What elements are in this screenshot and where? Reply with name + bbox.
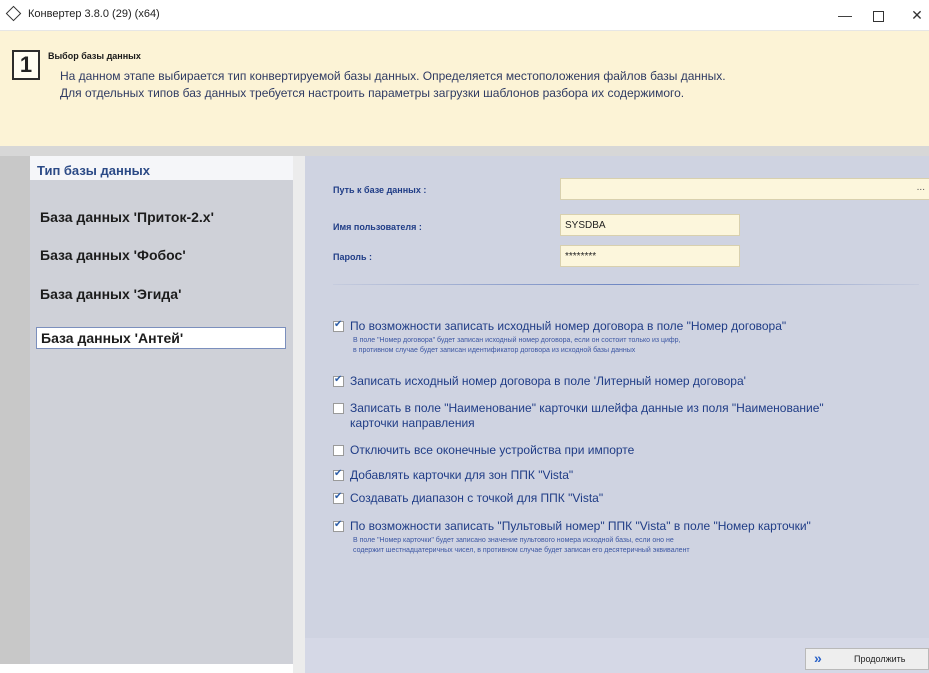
option-vista-zones-label: Добавлять карточки для зон ППК "Vista" — [350, 468, 574, 482]
option-contract-number-checkbox[interactable] — [333, 319, 344, 332]
footer-bar: » Продолжить — [293, 638, 929, 673]
close-button[interactable]: ✕ — [905, 4, 929, 26]
db-path-label: Путь к базе данных : — [333, 185, 427, 195]
continue-button[interactable]: » Продолжить — [805, 648, 929, 670]
step-title: Выбор базы данных — [48, 51, 141, 61]
database-type-sidebar: Тип базы данных База данных 'Приток-2.x'… — [30, 156, 293, 664]
step-header: 1 Выбор базы данных На данном этапе выби… — [0, 31, 929, 146]
option-literal-number-label: Записать исходный номер договора в поле … — [350, 374, 746, 388]
password-input[interactable]: ******** — [560, 245, 740, 267]
option-loop-name-label2: карточки направления — [350, 416, 475, 430]
step-description-line1: На данном этапе выбирается тип конвертир… — [60, 69, 726, 83]
option-contract-number-label: По возможности записать исходный номер д… — [350, 319, 787, 333]
step-number: 1 — [12, 50, 40, 80]
continue-button-label: Продолжить — [854, 654, 906, 664]
sidebar-header: Тип базы данных — [30, 156, 293, 180]
maximize-button[interactable] — [866, 4, 890, 26]
step-description: На данном этапе выбирается тип конвертир… — [60, 68, 920, 102]
sidebar-heading: Тип базы данных — [37, 163, 151, 178]
sidebar-item-egida[interactable]: База данных 'Эгида' — [36, 283, 286, 305]
maximize-icon — [872, 10, 884, 22]
option-literal-number-checkbox[interactable] — [333, 374, 344, 387]
option-loop-name-checkbox[interactable] — [333, 403, 344, 414]
sidebar-item-pritok[interactable]: База данных 'Приток-2.x' — [36, 206, 286, 228]
app-diamond-icon — [5, 5, 22, 22]
divider — [333, 284, 919, 285]
option-vista-console-number-checkbox[interactable] — [333, 519, 344, 532]
left-margin — [0, 156, 30, 664]
option-vista-range-checkbox[interactable] — [333, 491, 344, 504]
option-disable-devices-label: Отключить все оконечные устройства при и… — [350, 443, 635, 457]
db-path-input[interactable]: ... — [560, 178, 929, 200]
sidebar-item-antey[interactable]: База данных 'Антей' — [36, 327, 286, 349]
option-vista-console-number-note2: содержит шестнадцатеричных чисел, в прот… — [353, 547, 690, 554]
option-vista-range-label: Создавать диапазон с точкой для ППК "Vis… — [350, 491, 604, 505]
username-label: Имя пользователя : — [333, 222, 422, 232]
settings-panel: Путь к базе данных : ... Имя пользовател… — [293, 156, 929, 638]
step-description-line2: Для отдельных типов баз данных требуется… — [60, 86, 685, 100]
option-vista-console-number-note1: В поле "Номер карточки" будет записано з… — [353, 537, 674, 544]
minimize-button[interactable]: — — [833, 4, 857, 26]
option-vista-console-number-label: По возможности записать "Пультовый номер… — [350, 519, 811, 533]
option-contract-number-note2: в противном случае будет записан идентиф… — [353, 347, 636, 354]
window-title: Конвертер 3.8.0 (29) (x64) — [28, 8, 160, 20]
option-vista-zones-checkbox[interactable] — [333, 468, 344, 481]
password-label: Пароль : — [333, 252, 372, 262]
username-input[interactable]: SYSDBA — [560, 214, 740, 236]
sidebar-item-fobos[interactable]: База данных 'Фобос' — [36, 244, 286, 266]
title-bar: Конвертер 3.8.0 (29) (x64) — ✕ — [0, 0, 929, 31]
double-chevron-right-icon: » — [814, 650, 822, 666]
option-disable-devices-checkbox[interactable] — [333, 445, 344, 456]
browse-button[interactable]: ... — [917, 182, 925, 193]
separator — [0, 146, 929, 156]
option-loop-name-label: Записать в поле "Наименование" карточки … — [350, 401, 824, 415]
option-contract-number-note1: В поле "Номер договора" будет записан ис… — [353, 337, 681, 344]
